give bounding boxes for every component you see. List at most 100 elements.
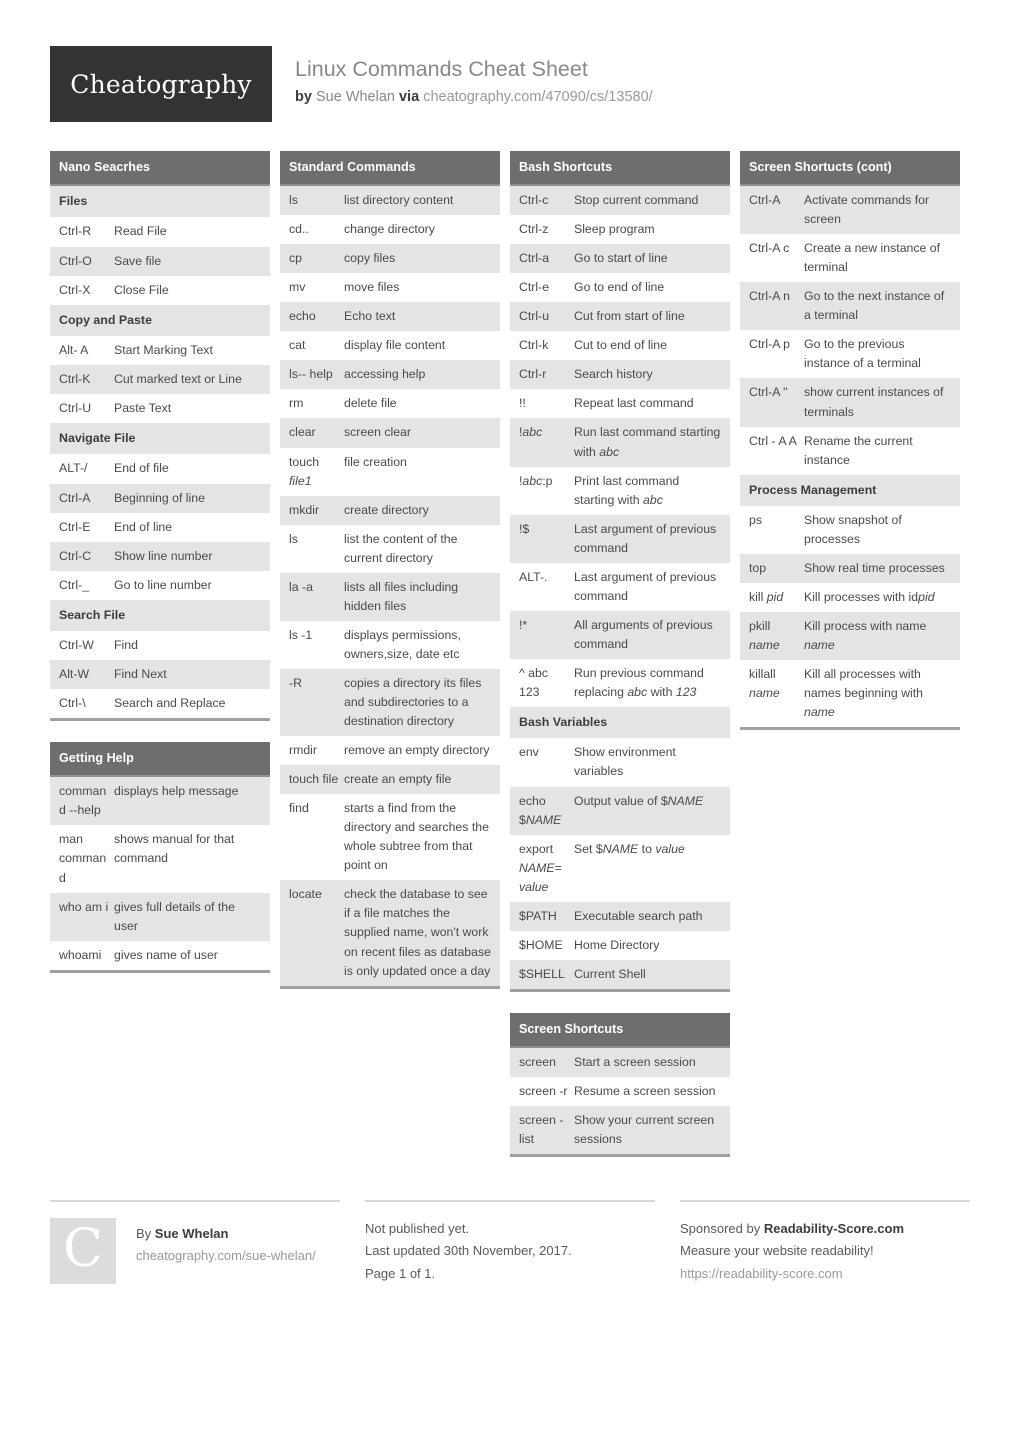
row-key: find (289, 801, 309, 816)
row-key: Alt-W (59, 667, 90, 682)
row-value: copies a directory its files and subdire… (344, 675, 482, 729)
row-value: Show line number (114, 548, 213, 563)
table-row: Ctrl-a Go to start of line (510, 244, 730, 274)
row-value: Last argument of previous command (574, 521, 717, 555)
row-key: $HOME (519, 937, 563, 952)
row-key: Ctrl-k (519, 338, 549, 353)
block-rows: Files Ctrl-R Read File Ctrl-O Save file Ctrl-… (50, 186, 270, 719)
row-key: man command (59, 832, 107, 885)
block-title: Bash Shortcuts (510, 151, 730, 187)
row-key: Ctrl-W (59, 638, 94, 653)
row-value: shows manual for that command (114, 832, 235, 866)
row-key: whoami (59, 947, 102, 962)
cheatsheet-block: Screen Shortcuts screen Start a screen ses… (510, 1012, 730, 1158)
row-value: check the database to see if a file matc… (344, 887, 491, 978)
row-key: locate (289, 887, 322, 902)
row-value: create an empty file (344, 772, 452, 787)
table-row: Ctrl-A c Create a new instance of termina… (740, 234, 960, 283)
row-key: mkdir (289, 502, 320, 517)
table-row: screen Start a screen session (510, 1047, 730, 1078)
row-key: !! (519, 396, 526, 411)
row-value: Search history (574, 367, 653, 382)
row-value: create directory (344, 502, 429, 517)
row-value: Repeat last command (574, 396, 694, 411)
row-value: Sleep program (574, 222, 655, 237)
row-key: Ctrl-O (59, 253, 92, 268)
row-value: Show snapshot of processes (804, 513, 902, 547)
table-row: Ctrl-R Read File (50, 217, 270, 247)
footer-author-line: By Sue Whelan (136, 1223, 316, 1245)
table-row: mkdir create directory (280, 495, 500, 525)
row-key: Ctrl-u (519, 309, 550, 324)
footer-author-url[interactable]: cheatography.com/sue-whelan/ (136, 1245, 316, 1267)
table-row: screen -list Show your current screen ses… (510, 1106, 730, 1155)
table-row: $PATH Executable search path (510, 901, 730, 931)
table-row: Ctrl-A n Go to the next instance of a ter… (740, 282, 960, 331)
row-key: killall name (749, 667, 780, 701)
table-row: rm delete file (280, 389, 500, 419)
row-key: ls (289, 531, 298, 546)
table-row: locate check the database to see if a fil… (280, 880, 500, 986)
row-key: Ctrl-R (59, 224, 92, 239)
row-value: Beginning of line (114, 490, 205, 505)
block-rows: command --help displays help message man c… (50, 777, 270, 970)
table-row: touch file1 file creation (280, 447, 500, 496)
table-row: Ctrl-e Go to end of line (510, 273, 730, 303)
table-row: Ctrl-\ Search and Replace (50, 689, 270, 719)
table-row: ls list directory content (280, 186, 500, 216)
block-title: Standard Commands (280, 151, 500, 187)
column-1: Nano Seacrhes Files Ctrl-R Read File Ctrl-O S… (50, 151, 270, 994)
row-value: move files (344, 280, 400, 295)
table-row: ls -1 displays permissions, owners,size, … (280, 620, 500, 669)
row-key: who am i (59, 899, 109, 914)
publish-status: Not published yet. (365, 1221, 470, 1236)
row-value: Resume a screen session (574, 1084, 716, 1099)
row-value: Show environment variables (574, 745, 676, 779)
table-row: Ctrl-A p Go to the previous instance of a… (740, 330, 960, 379)
row-value: copy files (344, 251, 396, 266)
row-key: Ctrl-r (519, 367, 547, 382)
row-key: cd.. (289, 222, 309, 237)
block-title: Getting Help (50, 742, 270, 778)
row-value: Cut from start of line (574, 309, 685, 324)
subsection-header: Files (50, 186, 270, 218)
row-value: Show your current screen sessions (574, 1113, 715, 1147)
block-title: Screen Shortucts (cont) (740, 151, 960, 187)
page-title: Linux Commands Cheat Sheet (295, 57, 588, 81)
table-row: Ctrl-O Save file (50, 246, 270, 276)
row-value: Read File (114, 224, 167, 239)
column-3: Bash Shortcuts Ctrl-c Stop current command… (510, 151, 730, 1178)
table-row: kill pid Kill processes with idpid (740, 583, 960, 613)
row-value: Paste Text (114, 401, 172, 416)
table-row: la -a lists all files including hidden fi… (280, 572, 500, 621)
sponsor-name[interactable]: Readability-Score.com (764, 1221, 904, 1236)
table-row: Ctrl-E End of line (50, 512, 270, 542)
cheatsheet-block: Bash Shortcuts Ctrl-c Stop current command… (510, 151, 730, 992)
row-value: file creation (344, 454, 407, 469)
table-row: whoami gives name of user (50, 940, 270, 970)
row-key: ls-- help (289, 367, 333, 382)
last-updated: Last updated 30th November, 2017. (365, 1243, 572, 1259)
row-key: echo $NAME (519, 793, 562, 827)
row-key: Ctrl-e (519, 280, 550, 295)
row-key: !* (519, 617, 528, 632)
row-value: Save file (114, 253, 162, 268)
author-link[interactable]: Sue Whelan (316, 89, 395, 105)
row-value: Close File (114, 282, 169, 297)
title-block: Linux Commands Cheat Sheet by Sue Whelan… (295, 46, 653, 106)
sheet-url-link[interactable]: cheatography.com/47090/cs/13580/ (423, 89, 652, 105)
row-value: Create a new instance of terminal (804, 241, 941, 275)
footer-publish-block: Not published yet. Last updated 30th Nov… (365, 1200, 655, 1285)
table-row: Ctrl-A Activate commands for screen (740, 186, 960, 235)
table-row: ls list the content of the current direct… (280, 524, 500, 573)
sponsor-url[interactable]: https://readability-score.com (680, 1263, 970, 1285)
row-value: list the content of the current director… (344, 531, 458, 565)
table-row: cat display file content (280, 331, 500, 361)
row-key: ^ abc 123 (519, 665, 549, 699)
footer-sponsor-block: Sponsored by Readability-Score.com Measu… (680, 1200, 970, 1285)
row-key: cat (289, 338, 306, 353)
row-key: !$ (519, 521, 530, 536)
table-row: $SHELL Current Shell (510, 959, 730, 989)
row-key: touch file (289, 772, 339, 787)
row-value: Start Marking Text (114, 342, 213, 357)
